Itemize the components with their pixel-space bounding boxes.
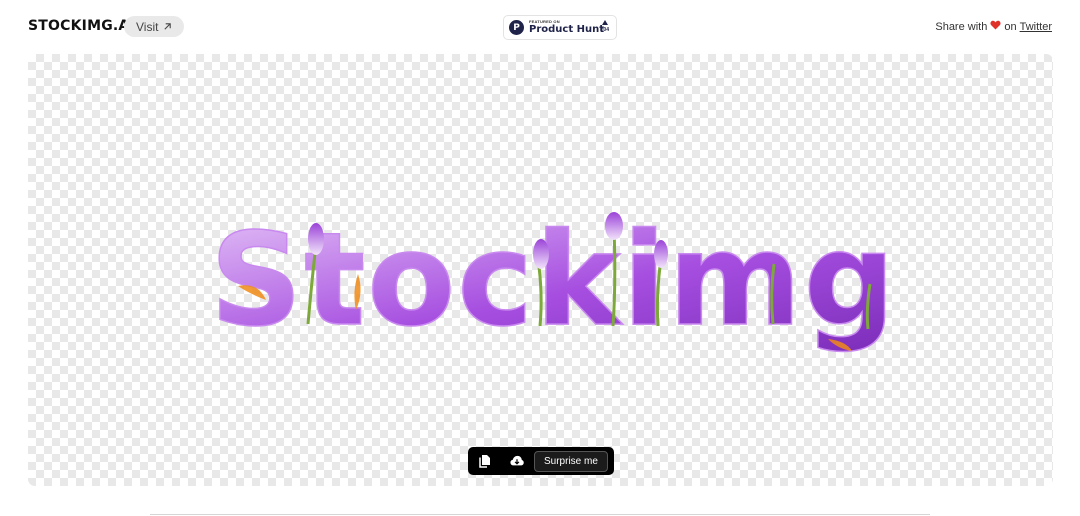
arrow-up-right-icon <box>163 20 172 34</box>
top-bar: STOCKIMG.AI Visit P FEATURED ON Product … <box>0 0 1080 54</box>
product-hunt-badge[interactable]: P FEATURED ON Product Hunt 204 <box>503 15 617 40</box>
upvote-arrow-icon <box>601 20 608 25</box>
product-hunt-icon: P <box>509 20 524 35</box>
surprise-me-button[interactable]: Surprise me <box>534 450 608 472</box>
logo[interactable]: STOCKIMG.AI <box>28 18 135 34</box>
share-text: Share with on Twitter <box>935 20 1052 33</box>
vote-count: 204 <box>600 27 609 33</box>
divider <box>150 514 930 515</box>
visit-label: Visit <box>136 19 159 34</box>
cloud-download-icon[interactable] <box>508 452 526 470</box>
upvote-count: 204 <box>601 20 609 33</box>
image-toolbar: Surprise me <box>468 447 614 475</box>
heart-icon <box>990 20 1001 33</box>
product-hunt-label: Product Hunt <box>529 24 604 35</box>
image-canvas: Stockimg Surprise me <box>28 54 1053 486</box>
copy-icon[interactable] <box>476 452 494 470</box>
flower-lettering-image: Stockimg <box>209 205 896 356</box>
visit-button[interactable]: Visit <box>124 16 185 37</box>
twitter-link[interactable]: Twitter <box>1020 21 1052 33</box>
share-middle: on <box>1004 20 1017 33</box>
share-prefix: Share with <box>935 20 988 33</box>
